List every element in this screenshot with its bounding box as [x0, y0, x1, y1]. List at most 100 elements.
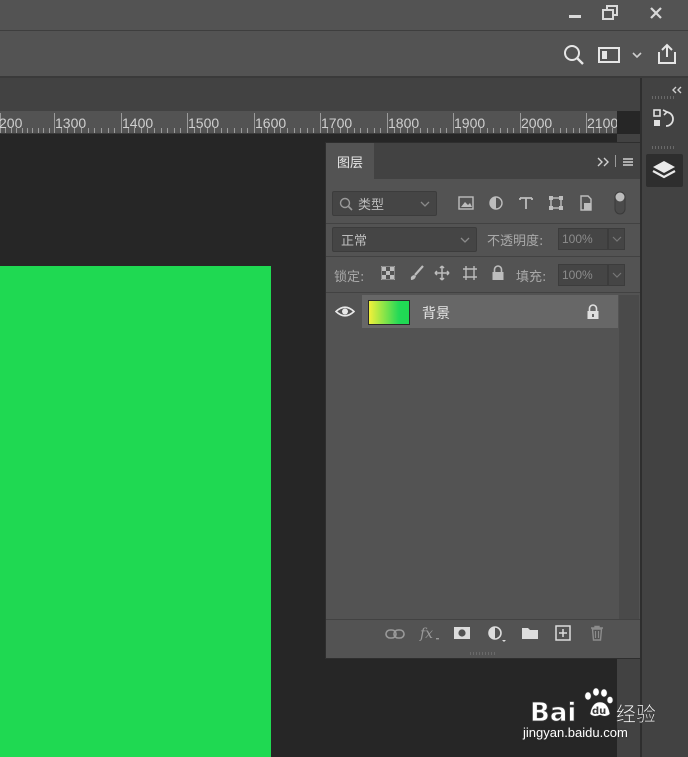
ruler-minor-tick — [114, 128, 115, 133]
close-button[interactable] — [637, 0, 675, 26]
lock-image-pixels-button[interactable] — [408, 264, 426, 282]
filter-pixel-button[interactable] — [456, 193, 476, 213]
ruler-minor-tick — [300, 128, 301, 133]
shape-icon — [549, 196, 563, 210]
link-layers-button[interactable] — [384, 625, 406, 643]
ruler-minor-tick — [180, 128, 181, 133]
divider — [615, 155, 616, 167]
layers-panel-button[interactable] — [646, 154, 683, 187]
ruler-minor-tick — [433, 128, 434, 133]
ruler-label: 1600 — [255, 115, 287, 131]
ruler-minor-tick — [527, 128, 528, 133]
new-group-button[interactable] — [520, 625, 540, 641]
ruler-minor-tick — [221, 128, 222, 133]
ruler-minor-tick — [32, 128, 33, 133]
panel-menu-button[interactable] — [621, 154, 635, 168]
ruler-minor-tick — [43, 128, 44, 133]
search-icon — [339, 197, 353, 211]
opacity-dropdown[interactable] — [608, 228, 625, 250]
ruler-minor-tick — [573, 128, 574, 133]
search-icon — [564, 45, 584, 65]
filter-toggle[interactable] — [614, 191, 626, 215]
lock-artboard-button[interactable] — [461, 264, 479, 282]
ruler-minor-tick — [446, 128, 447, 133]
lock-all-button[interactable] — [489, 264, 507, 282]
ruler-minor-tick — [420, 128, 421, 133]
eye-icon — [334, 306, 356, 317]
ruler-minor-tick — [473, 128, 474, 133]
ruler-minor-tick — [94, 128, 95, 133]
share-icon — [658, 43, 676, 64]
delete-layer-button[interactable] — [587, 624, 607, 642]
visibility-toggle[interactable] — [334, 304, 356, 319]
ruler-minor-tick — [374, 128, 375, 133]
ruler-minor-tick — [612, 128, 613, 133]
layers-icon — [652, 161, 676, 179]
add-mask-button[interactable] — [452, 625, 472, 641]
link-icon — [385, 629, 405, 639]
layer-thumbnail[interactable] — [368, 300, 410, 325]
opacity-label: 不透明度: — [487, 234, 544, 249]
ruler-minor-tick — [333, 128, 334, 133]
ruler-minor-tick — [413, 128, 414, 133]
layer-row-background[interactable]: 背景 — [326, 295, 618, 328]
ruler-minor-tick — [11, 128, 12, 133]
filter-kind-select[interactable]: 类型 — [332, 191, 437, 216]
divider — [326, 256, 640, 257]
document-canvas[interactable] — [0, 266, 271, 757]
layers-panel: 图层 类型 正常 不透明度: 100% 锁定: 填充: 100% 背景 fx — [325, 142, 641, 659]
ruler-minor-tick — [261, 128, 262, 133]
ruler-minor-tick — [27, 128, 28, 133]
fill-value: 100% — [562, 268, 593, 282]
ruler-minor-tick — [227, 128, 228, 133]
divider — [326, 223, 640, 224]
history-icon — [653, 109, 674, 127]
double-chevron-right-icon — [597, 157, 609, 167]
collapse-dock-button[interactable] — [668, 80, 684, 94]
layers-scrollbar[interactable] — [619, 295, 639, 619]
close-icon — [650, 7, 662, 19]
checkerboard-icon — [381, 266, 395, 280]
collapse-panel-button[interactable] — [594, 154, 612, 168]
ruler-minor-tick — [599, 128, 600, 133]
share-button[interactable] — [655, 42, 679, 66]
adjustment-icon — [488, 626, 506, 642]
dock-grip[interactable] — [652, 96, 676, 99]
lock-transparent-pixels-button[interactable] — [379, 264, 397, 282]
add-layer-style-button[interactable]: fx — [419, 623, 441, 643]
ruler-minor-tick — [200, 128, 201, 133]
fx-icon: fx — [419, 626, 439, 642]
filter-type-button[interactable] — [516, 193, 536, 213]
filter-adjustment-button[interactable] — [486, 193, 506, 213]
ruler-minor-tick — [380, 128, 381, 133]
minimize-button[interactable] — [556, 0, 594, 26]
ruler-minor-tick — [147, 128, 148, 133]
fill-input[interactable]: 100% — [558, 264, 608, 286]
mask-icon — [454, 627, 470, 639]
adjustment-icon — [489, 196, 503, 210]
filter-shape-button[interactable] — [546, 193, 566, 213]
workspace-switcher[interactable] — [597, 44, 643, 66]
watermark-url: jingyan.baidu.com — [523, 725, 628, 740]
blend-mode-select[interactable]: 正常 — [332, 227, 477, 252]
ruler-minor-tick — [540, 128, 541, 133]
new-adjustment-layer-button[interactable] — [486, 624, 508, 644]
lock-position-button[interactable] — [433, 264, 451, 282]
fill-dropdown[interactable] — [608, 264, 625, 286]
tab-layers[interactable]: 图层 — [326, 143, 374, 179]
ruler-minor-tick — [108, 128, 109, 133]
dock-grip[interactable] — [652, 146, 676, 149]
restore-icon — [602, 5, 618, 20]
ruler-minor-tick — [606, 128, 607, 133]
ruler-minor-tick — [141, 128, 142, 133]
new-layer-button[interactable] — [553, 624, 573, 642]
horizontal-ruler[interactable]: 200 1300 1400 1500 1600 1700 1800 1900 2… — [0, 111, 617, 134]
ruler-minor-tick — [167, 128, 168, 133]
filter-smart-object-button[interactable] — [576, 193, 596, 213]
history-panel-button[interactable] — [651, 106, 677, 132]
opacity-input[interactable]: 100% — [558, 228, 608, 250]
restore-button[interactable] — [591, 0, 629, 26]
panel-resize-grip[interactable] — [470, 652, 496, 655]
search-button[interactable] — [562, 43, 586, 67]
ruler-minor-tick — [154, 128, 155, 133]
